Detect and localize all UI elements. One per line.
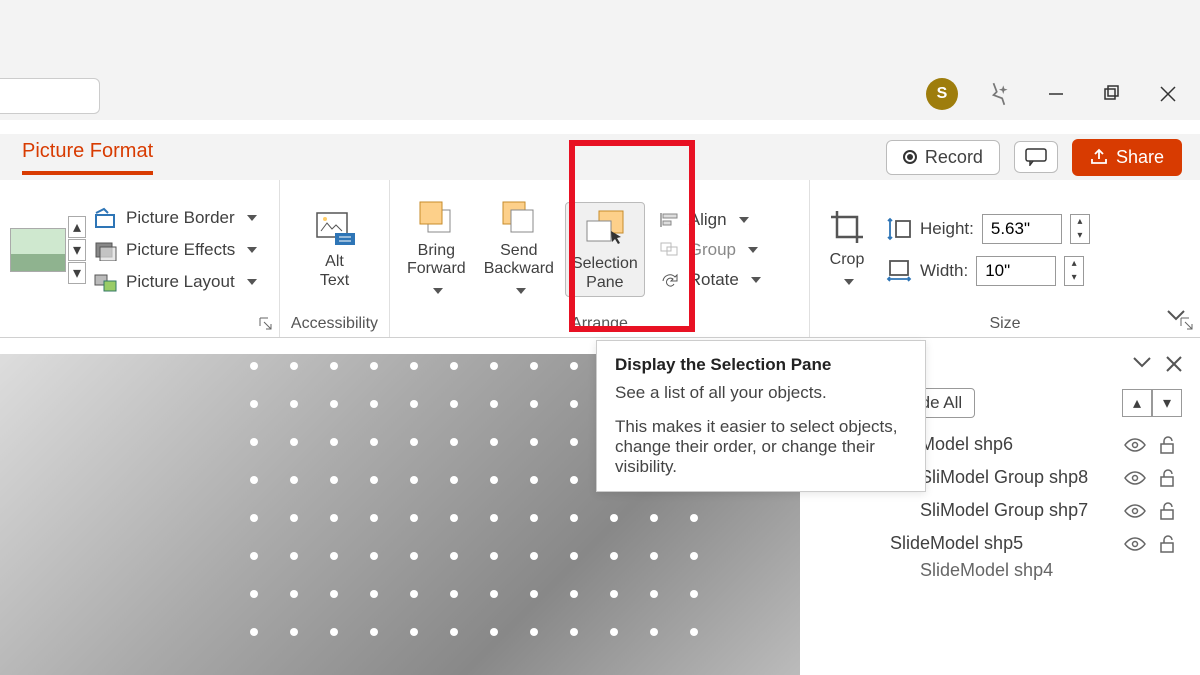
tooltip-title: Display the Selection Pane: [615, 355, 907, 375]
item-label: SliModel Group shp8: [920, 467, 1088, 488]
collapse-ribbon-icon[interactable]: [1166, 309, 1186, 323]
mic-icon[interactable]: [986, 80, 1014, 108]
group-label-styles: [10, 313, 269, 333]
width-spinner[interactable]: ▴▾: [1064, 256, 1084, 286]
move-down-button[interactable]: ▾: [1152, 389, 1182, 417]
group-arrange: Bring Forward Send Backward Selection Pa…: [390, 180, 810, 337]
picture-layout-icon: [94, 271, 118, 293]
list-item[interactable]: SliModel Group shp7: [830, 494, 1200, 527]
group-accessibility: Alt Text Accessibility: [280, 180, 390, 337]
list-item[interactable]: SlideModel shp5: [830, 527, 1200, 560]
pane-collapse-icon[interactable]: [1132, 356, 1152, 370]
lock-icon[interactable]: [1158, 435, 1182, 455]
item-label: Model shp6: [920, 434, 1013, 455]
alt-text-icon: [313, 209, 357, 249]
qat-stub: [0, 78, 100, 114]
align-icon: [659, 211, 681, 229]
close-button[interactable]: [1154, 80, 1182, 108]
bring-forward-label: Bring Forward: [407, 242, 466, 279]
tooltip-selection-pane: Display the Selection Pane See a list of…: [596, 340, 926, 492]
picture-border-label: Picture Border: [126, 208, 235, 228]
align-label: Align: [689, 210, 727, 230]
selection-pane-button[interactable]: Selection Pane: [565, 202, 645, 297]
lock-icon[interactable]: [1158, 501, 1182, 521]
group-icon: [659, 241, 681, 259]
group-label-arrange: Arrange: [400, 313, 799, 333]
send-backward-label: Send Backward: [484, 242, 554, 279]
style-thumbnail[interactable]: [10, 228, 66, 272]
group-label-size: Size: [820, 313, 1190, 333]
maximize-button[interactable]: [1098, 80, 1126, 108]
height-label: Height:: [920, 219, 974, 239]
rotate-button[interactable]: Rotate: [655, 268, 765, 292]
alt-text-label: Alt Text: [320, 253, 349, 290]
visibility-icon[interactable]: [1124, 470, 1148, 486]
item-label: SliModel Group shp7: [920, 500, 1088, 521]
record-icon: [903, 150, 917, 164]
alt-text-button[interactable]: Alt Text: [306, 204, 364, 295]
gallery-more-icon[interactable]: ▾: [68, 262, 86, 284]
rotate-label: Rotate: [689, 270, 739, 290]
picture-border-icon: [94, 207, 118, 229]
title-bar-right: S: [926, 78, 1182, 110]
tab-picture-format[interactable]: Picture Format: [22, 140, 153, 175]
rotate-icon: [659, 271, 681, 289]
bring-forward-button[interactable]: Bring Forward: [400, 193, 473, 306]
picture-border-button[interactable]: Picture Border: [90, 205, 261, 231]
height-icon: [886, 217, 912, 241]
visibility-icon[interactable]: [1124, 437, 1148, 453]
record-button[interactable]: Record: [886, 140, 1000, 175]
item-label: SlideModel shp5: [890, 533, 1023, 554]
tooltip-line1: See a list of all your objects.: [615, 383, 907, 403]
share-label: Share: [1116, 147, 1164, 168]
group-size: Crop Height: ▴▾ Width: ▴▾ Size: [810, 180, 1200, 337]
tooltip-line2: This makes it easier to select objects, …: [615, 417, 907, 477]
dialog-launcher-icon[interactable]: [259, 317, 273, 331]
height-row: Height: ▴▾: [886, 214, 1090, 244]
visibility-icon[interactable]: [1124, 503, 1148, 519]
selection-pane-icon: [581, 207, 629, 251]
move-up-button[interactable]: ▴: [1122, 389, 1152, 417]
gallery-down-icon[interactable]: ▾: [68, 239, 86, 261]
user-avatar[interactable]: S: [926, 78, 958, 110]
group-label-accessibility: Accessibility: [290, 313, 379, 333]
group-label: Group: [689, 240, 736, 260]
width-row: Width: ▴▾: [886, 256, 1090, 286]
crop-label: Crop: [830, 251, 865, 269]
picture-effects-button[interactable]: Picture Effects: [90, 237, 261, 263]
picture-effects-label: Picture Effects: [126, 240, 235, 260]
align-button[interactable]: Align: [655, 208, 765, 232]
height-input[interactable]: [982, 214, 1062, 244]
group-picture-styles: ▴ ▾ ▾ Picture Border Picture Effects: [0, 180, 280, 337]
picture-layout-label: Picture Layout: [126, 272, 235, 292]
list-item-cutoff: SlideModel shp4: [830, 560, 1200, 581]
crop-icon: [827, 207, 867, 247]
width-input[interactable]: [976, 256, 1056, 286]
comments-button[interactable]: [1014, 141, 1058, 173]
send-backward-icon: [499, 198, 539, 238]
lock-icon[interactable]: [1158, 468, 1182, 488]
crop-button[interactable]: Crop: [820, 202, 874, 297]
send-backward-button[interactable]: Send Backward: [477, 193, 561, 306]
lock-icon[interactable]: [1158, 534, 1182, 554]
visibility-icon[interactable]: [1124, 536, 1148, 552]
group-button: Group: [655, 238, 765, 262]
share-button[interactable]: Share: [1072, 139, 1182, 176]
width-icon: [886, 259, 912, 283]
width-label: Width:: [920, 261, 968, 281]
gallery-up-icon[interactable]: ▴: [68, 216, 86, 238]
selection-pane-label: Selection Pane: [572, 255, 638, 292]
title-bar: S: [0, 0, 1200, 120]
ribbon: ▴ ▾ ▾ Picture Border Picture Effects: [0, 180, 1200, 338]
picture-styles-gallery[interactable]: ▴ ▾ ▾: [10, 216, 86, 284]
picture-layout-button[interactable]: Picture Layout: [90, 269, 261, 295]
pane-close-icon[interactable]: [1166, 356, 1182, 372]
bring-forward-icon: [416, 198, 456, 238]
height-spinner[interactable]: ▴▾: [1070, 214, 1090, 244]
minimize-button[interactable]: [1042, 80, 1070, 108]
record-label: Record: [925, 147, 983, 168]
ribbon-tabs: Picture Format Record Share: [0, 134, 1200, 180]
picture-effects-icon: [94, 239, 118, 261]
